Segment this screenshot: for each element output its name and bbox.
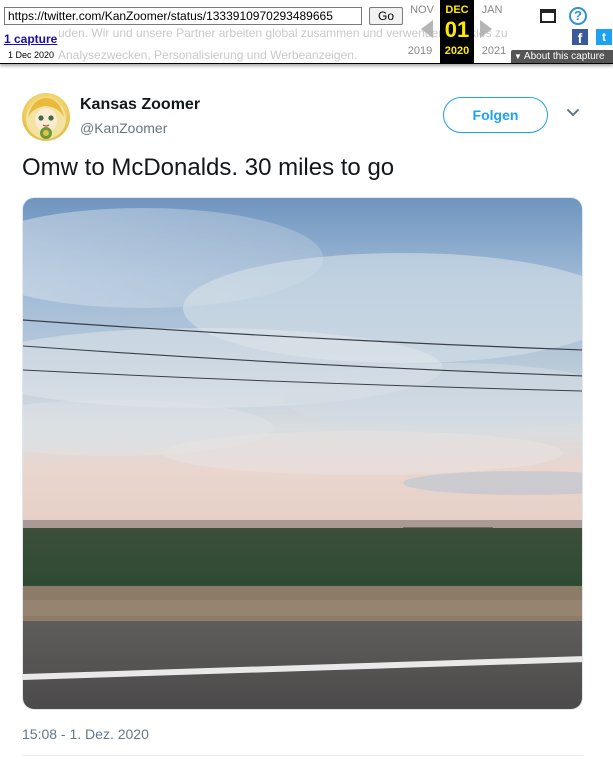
captures-link[interactable]: 1 capture bbox=[4, 32, 57, 46]
next-capture-arrow-icon[interactable] bbox=[480, 20, 492, 38]
divider bbox=[22, 755, 583, 756]
tweet: Kansas Zoomer @KanZoomer Folgen Omw to M… bbox=[0, 64, 613, 759]
author-handle[interactable]: @KanZoomer bbox=[80, 120, 167, 136]
window-icon[interactable] bbox=[540, 9, 556, 23]
wayback-toolbar: uden. Wir und unsere Partner arbeiten gl… bbox=[0, 0, 613, 64]
tweet-text: Omw to McDonalds. 30 miles to go bbox=[22, 154, 395, 181]
current-capture-date: DEC 01 2020 bbox=[440, 0, 474, 63]
wayback-url-input[interactable] bbox=[4, 7, 362, 25]
prev-year-label[interactable]: 2019 bbox=[400, 45, 440, 57]
tweet-timestamp[interactable]: 15:08 - 1. Dez. 2020 bbox=[22, 726, 149, 742]
cookie-notice-line-1: uden. Wir und unsere Partner arbeiten gl… bbox=[58, 26, 508, 40]
author-name[interactable]: Kansas Zoomer bbox=[80, 96, 200, 114]
landscape-photo-image bbox=[23, 198, 582, 709]
capture-date: 1 Dec 2020 bbox=[8, 50, 55, 60]
avatar[interactable] bbox=[22, 93, 70, 141]
about-this-capture-button[interactable]: ▼ About this capture bbox=[511, 50, 613, 63]
twitter-icon[interactable]: t bbox=[596, 29, 612, 45]
facebook-icon[interactable]: f bbox=[572, 29, 588, 46]
next-month-label[interactable]: JAN bbox=[472, 4, 512, 16]
prev-capture-arrow-icon[interactable] bbox=[421, 20, 433, 38]
chevron-down-icon[interactable] bbox=[566, 108, 580, 118]
next-year-label[interactable]: 2021 bbox=[474, 45, 514, 57]
prev-month-label[interactable]: NOV bbox=[402, 4, 442, 16]
follow-button[interactable]: Folgen bbox=[443, 97, 548, 133]
current-day: 01 bbox=[444, 17, 470, 42]
caret-down-icon: ▼ bbox=[514, 52, 522, 61]
current-year: 2020 bbox=[444, 45, 470, 57]
avatar-image bbox=[26, 98, 66, 139]
current-month: DEC bbox=[445, 4, 469, 16]
go-button[interactable]: Go bbox=[369, 7, 403, 25]
tweet-photo[interactable] bbox=[22, 197, 583, 710]
about-label: About this capture bbox=[523, 51, 605, 62]
help-icon[interactable]: ? bbox=[569, 7, 587, 25]
